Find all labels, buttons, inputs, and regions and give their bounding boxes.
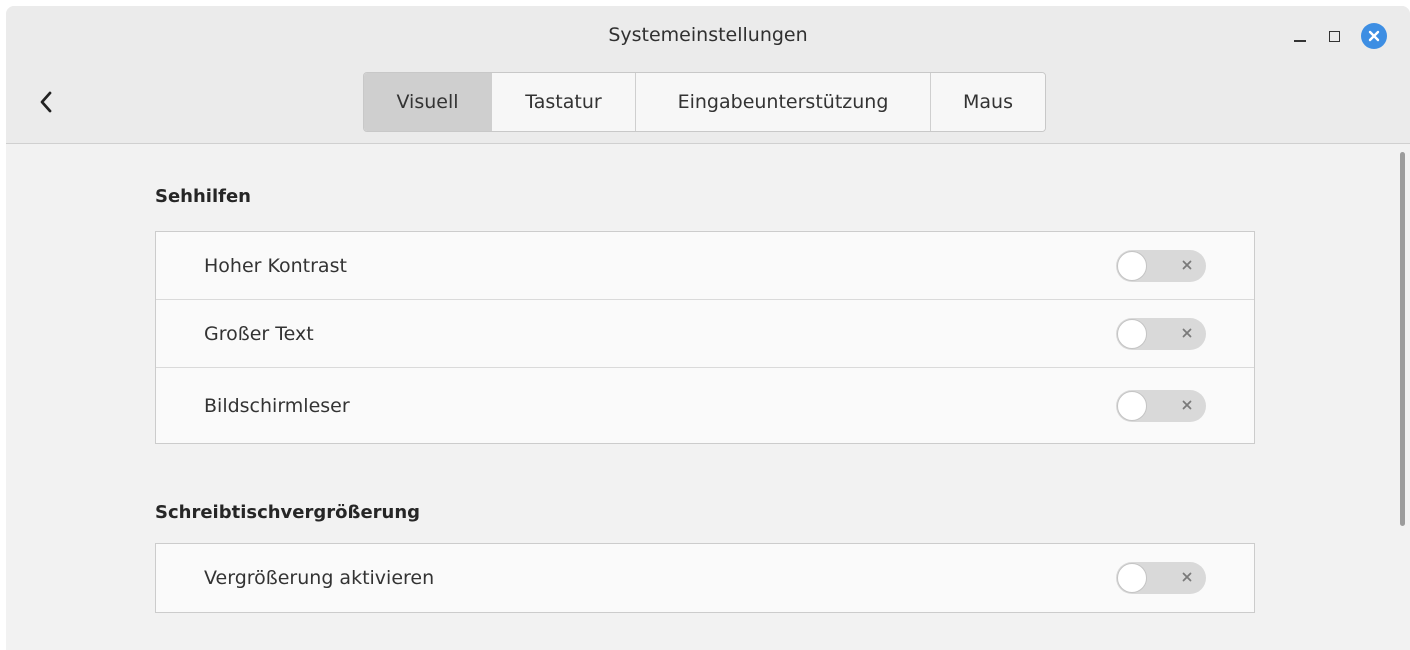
tab-tastatur[interactable]: Tastatur <box>492 73 636 131</box>
setting-row-bildschirmleser: Bildschirmleser <box>156 368 1254 443</box>
tab-bar: Visuell Tastatur Eingabeunterstützung Ma… <box>363 72 1046 132</box>
header-bar: Systemeinstellungen Visuell Tastatur Ein… <box>6 6 1410 144</box>
minimize-icon <box>1294 40 1306 42</box>
setting-label: Bildschirmleser <box>204 394 350 417</box>
grosser-text-switch[interactable] <box>1116 317 1206 350</box>
maximize-button[interactable] <box>1320 22 1348 50</box>
tab-eingabeunterstuetzung[interactable]: Eingabeunterstützung <box>636 73 931 131</box>
tab-visuell[interactable]: Visuell <box>364 73 492 131</box>
setting-row-hoher-kontrast: Hoher Kontrast <box>156 232 1254 300</box>
switch-knob <box>1117 563 1147 593</box>
setting-row-vergroesserung: Vergrößerung aktivieren <box>156 544 1254 612</box>
setting-label: Vergrößerung aktivieren <box>204 567 435 589</box>
hoher-kontrast-switch[interactable] <box>1116 249 1206 282</box>
x-icon <box>1182 328 1192 337</box>
setting-label: Großer Text <box>204 322 314 345</box>
close-button[interactable] <box>1360 22 1388 50</box>
settings-window: Systemeinstellungen Visuell Tastatur Ein… <box>6 6 1410 650</box>
window-title: Systemeinstellungen <box>608 24 808 46</box>
back-button[interactable] <box>28 84 64 120</box>
settings-card-vergroesserung: Vergrößerung aktivieren <box>155 543 1255 613</box>
bildschirmleser-switch[interactable] <box>1116 389 1206 422</box>
switch-knob <box>1117 250 1147 281</box>
setting-row-grosser-text: Großer Text <box>156 300 1254 368</box>
section-title-sehhilfen: Sehhilfen <box>155 186 251 207</box>
close-icon <box>1361 23 1387 49</box>
setting-label: Hoher Kontrast <box>204 254 347 277</box>
vergroesserung-switch[interactable] <box>1116 562 1206 594</box>
chevron-left-icon <box>40 91 52 113</box>
section-title-schreibtischvergroesserung: Schreibtischvergrößerung <box>155 502 421 523</box>
maximize-icon <box>1328 30 1340 42</box>
tab-maus[interactable]: Maus <box>931 73 1045 131</box>
switch-knob <box>1117 390 1147 421</box>
x-icon <box>1182 260 1192 269</box>
vertical-scrollbar[interactable] <box>1400 152 1405 526</box>
x-icon <box>1182 400 1192 409</box>
minimize-button[interactable] <box>1286 22 1314 50</box>
x-icon <box>1182 572 1192 582</box>
switch-knob <box>1117 318 1147 349</box>
settings-card-sehhilfen: Hoher Kontrast Großer Text Bildschirmles… <box>155 231 1255 444</box>
